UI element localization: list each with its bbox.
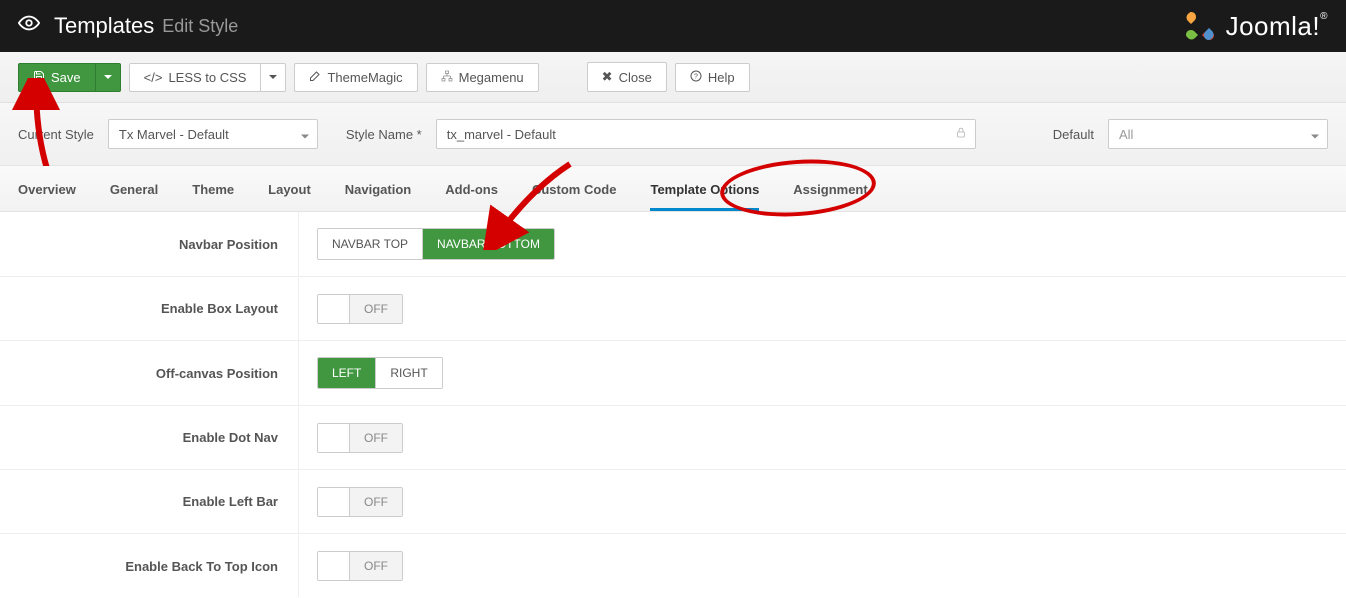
brand: Joomla!® bbox=[1182, 8, 1328, 44]
navbar-top-choice[interactable]: NAVBAR TOP bbox=[318, 229, 422, 259]
option-enable-back-to-top: Enable Back To Top Icon OFF bbox=[0, 534, 1346, 598]
tab-assignment[interactable]: Assignment bbox=[793, 168, 867, 211]
switch-knob bbox=[318, 552, 350, 580]
close-icon: ✖ bbox=[602, 69, 613, 85]
tab-custom-code[interactable]: Custom Code bbox=[532, 168, 617, 211]
thememagic-label: ThemeMagic bbox=[327, 70, 402, 85]
save-icon bbox=[33, 70, 45, 85]
option-navbar-position: Navbar Position NAVBAR TOP NAVBAR BOTTOM bbox=[0, 212, 1346, 277]
brand-text: Joomla!® bbox=[1226, 11, 1328, 42]
app-header: Templates Edit Style Joomla!® bbox=[0, 0, 1346, 52]
switch-value: OFF bbox=[350, 552, 402, 580]
navbar-bottom-choice[interactable]: NAVBAR BOTTOM bbox=[422, 229, 554, 259]
sitemap-icon bbox=[441, 70, 453, 85]
tab-theme[interactable]: Theme bbox=[192, 168, 234, 211]
offcanvas-position-segment: LEFT RIGHT bbox=[317, 357, 443, 389]
eye-icon bbox=[18, 12, 40, 40]
less-to-css-button-group: </> LESS to CSS bbox=[129, 63, 287, 92]
option-enable-dot-nav: Enable Dot Nav OFF bbox=[0, 406, 1346, 470]
page-subtitle: Edit Style bbox=[162, 16, 238, 37]
tab-navigation[interactable]: Navigation bbox=[345, 168, 411, 211]
navbar-position-segment: NAVBAR TOP NAVBAR BOTTOM bbox=[317, 228, 555, 260]
option-enable-left-bar: Enable Left Bar OFF bbox=[0, 470, 1346, 534]
less-to-css-dropdown-button[interactable] bbox=[261, 63, 286, 92]
option-offcanvas-position: Off-canvas Position LEFT RIGHT bbox=[0, 341, 1346, 406]
switch-knob bbox=[318, 295, 350, 323]
option-label: Enable Dot Nav bbox=[0, 430, 298, 445]
switch-knob bbox=[318, 488, 350, 516]
close-button[interactable]: ✖ Close bbox=[587, 62, 667, 92]
thememagic-button[interactable]: ThemeMagic bbox=[294, 63, 417, 92]
switch-value: OFF bbox=[350, 488, 402, 516]
current-style-label: Current Style bbox=[18, 127, 94, 142]
toolbar: Save </> LESS to CSS ThemeMagic Megamenu… bbox=[0, 52, 1346, 103]
style-name-label: Style Name * bbox=[346, 127, 422, 142]
code-icon: </> bbox=[144, 70, 163, 85]
style-name-input[interactable] bbox=[447, 120, 945, 148]
enable-left-bar-switch[interactable]: OFF bbox=[317, 487, 403, 517]
style-filter-bar: Current Style Tx Marvel - Default Style … bbox=[0, 103, 1346, 166]
default-value: All bbox=[1119, 127, 1133, 142]
option-label: Navbar Position bbox=[0, 237, 298, 252]
save-button[interactable]: Save bbox=[18, 63, 96, 92]
enable-box-layout-switch[interactable]: OFF bbox=[317, 294, 403, 324]
template-options-panel: Navbar Position NAVBAR TOP NAVBAR BOTTOM… bbox=[0, 212, 1346, 598]
lock-icon bbox=[955, 126, 967, 143]
caret-down-icon bbox=[301, 127, 309, 142]
help-icon: ? bbox=[690, 70, 702, 85]
switch-value: OFF bbox=[350, 424, 402, 452]
switch-knob bbox=[318, 424, 350, 452]
enable-back-to-top-switch[interactable]: OFF bbox=[317, 551, 403, 581]
option-label: Off-canvas Position bbox=[0, 366, 298, 381]
offcanvas-right-choice[interactable]: RIGHT bbox=[375, 358, 441, 388]
option-label: Enable Left Bar bbox=[0, 494, 298, 509]
wand-icon bbox=[309, 70, 321, 85]
less-to-css-button[interactable]: </> LESS to CSS bbox=[129, 63, 262, 92]
help-button[interactable]: ? Help bbox=[675, 63, 750, 92]
tab-layout[interactable]: Layout bbox=[268, 168, 311, 211]
default-select[interactable]: All bbox=[1108, 119, 1328, 149]
option-label: Enable Back To Top Icon bbox=[0, 559, 298, 574]
save-button-group: Save bbox=[18, 63, 121, 92]
caret-down-icon bbox=[1311, 127, 1319, 142]
option-label: Enable Box Layout bbox=[0, 301, 298, 316]
joomla-logo-icon bbox=[1182, 8, 1218, 44]
save-dropdown-button[interactable] bbox=[96, 63, 121, 92]
save-button-label: Save bbox=[51, 70, 81, 85]
style-name-input-wrapper bbox=[436, 119, 976, 149]
svg-text:?: ? bbox=[694, 73, 698, 80]
caret-down-icon bbox=[104, 75, 112, 79]
tab-bar: Overview General Theme Layout Navigation… bbox=[0, 166, 1346, 212]
option-enable-box-layout: Enable Box Layout OFF bbox=[0, 277, 1346, 341]
help-label: Help bbox=[708, 70, 735, 85]
tab-general[interactable]: General bbox=[110, 168, 158, 211]
tab-template-options[interactable]: Template Options bbox=[650, 168, 759, 211]
close-label: Close bbox=[619, 70, 652, 85]
default-label: Default bbox=[1053, 127, 1094, 142]
caret-down-icon bbox=[269, 75, 277, 79]
current-style-value: Tx Marvel - Default bbox=[119, 127, 229, 142]
page-title: Templates bbox=[54, 13, 154, 39]
megamenu-label: Megamenu bbox=[459, 70, 524, 85]
tab-addons[interactable]: Add-ons bbox=[445, 168, 498, 211]
megamenu-button[interactable]: Megamenu bbox=[426, 63, 539, 92]
tab-overview[interactable]: Overview bbox=[18, 168, 76, 211]
switch-value: OFF bbox=[350, 295, 402, 323]
current-style-select[interactable]: Tx Marvel - Default bbox=[108, 119, 318, 149]
less-to-css-label: LESS to CSS bbox=[168, 70, 246, 85]
offcanvas-left-choice[interactable]: LEFT bbox=[318, 358, 375, 388]
enable-dot-nav-switch[interactable]: OFF bbox=[317, 423, 403, 453]
